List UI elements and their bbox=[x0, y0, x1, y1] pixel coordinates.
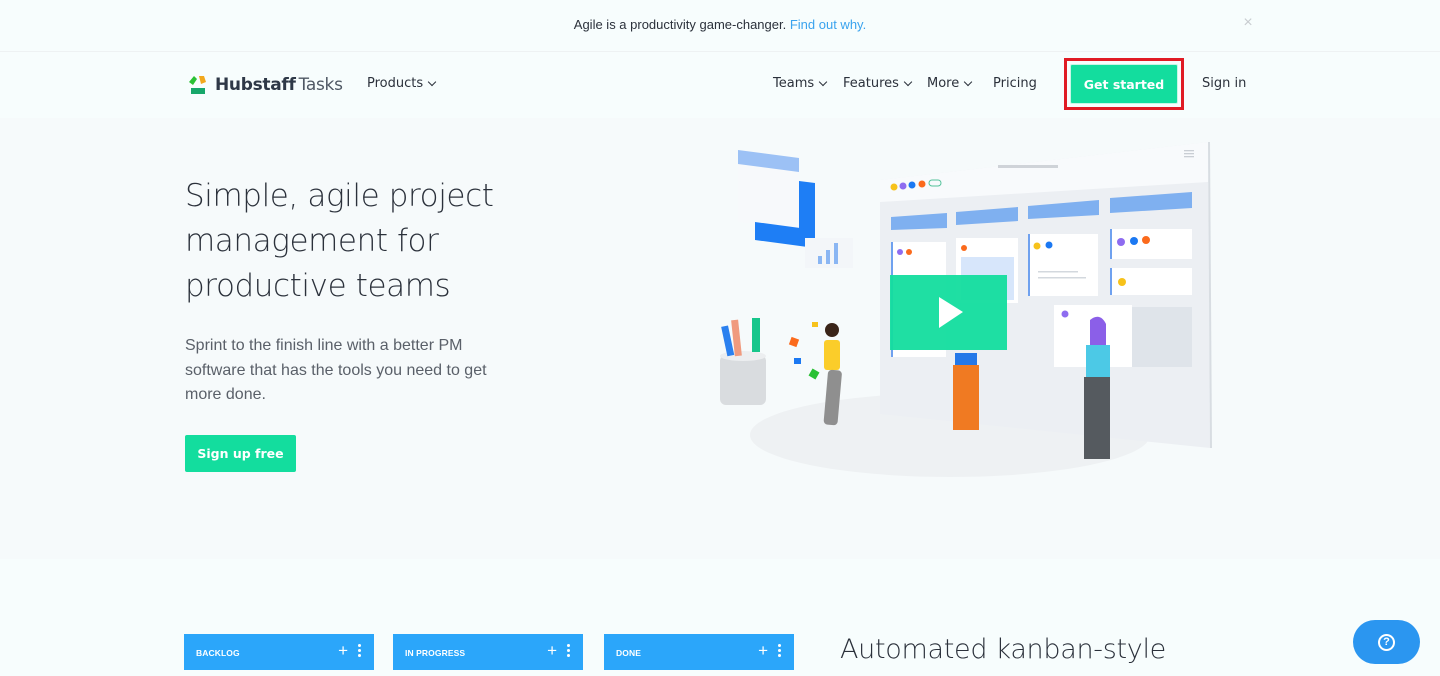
nav-products-label: Products bbox=[367, 76, 424, 91]
kanban-column-label: DONE bbox=[616, 648, 641, 658]
nav-pricing-label: Pricing bbox=[993, 76, 1037, 91]
kanban-column-done[interactable]: DONE + bbox=[604, 634, 794, 670]
plus-icon[interactable]: + bbox=[547, 642, 557, 659]
announcement-text: Agile is a productivity game-changer. bbox=[573, 17, 790, 32]
kanban-column-backlog[interactable]: BACKLOG + bbox=[184, 634, 374, 670]
kanban-column-in-progress[interactable]: IN PROGRESS + bbox=[393, 634, 583, 670]
find-out-why-link[interactable]: Find out why. bbox=[790, 17, 866, 32]
plus-icon[interactable]: + bbox=[758, 642, 768, 659]
plus-icon[interactable]: + bbox=[338, 642, 348, 659]
kanban-section-title: Automated kanban-style bbox=[840, 634, 1166, 665]
hero-illustration[interactable] bbox=[700, 130, 1220, 490]
announcement-message: Agile is a productivity game-changer. Fi… bbox=[0, 17, 1440, 32]
chevron-down-icon bbox=[963, 77, 973, 86]
close-icon[interactable]: × bbox=[1240, 15, 1256, 31]
nav-pricing[interactable]: Pricing bbox=[993, 76, 1037, 91]
menu-icon bbox=[1184, 150, 1194, 158]
sign-up-free-button[interactable]: Sign up free bbox=[185, 435, 296, 472]
chevron-down-icon bbox=[818, 77, 828, 86]
hubstaff-logo-icon bbox=[189, 76, 206, 94]
more-vertical-icon[interactable] bbox=[778, 644, 782, 658]
more-vertical-icon[interactable] bbox=[567, 644, 571, 658]
kanban-column-label: IN PROGRESS bbox=[405, 648, 466, 658]
pencil-cup bbox=[720, 355, 766, 405]
nav-features[interactable]: Features bbox=[843, 76, 913, 91]
nav-teams[interactable]: Teams bbox=[773, 76, 828, 91]
help-button[interactable]: ? bbox=[1353, 620, 1420, 664]
nav-products[interactable]: Products bbox=[367, 76, 437, 91]
help-icon: ? bbox=[1378, 633, 1395, 651]
logo[interactable]: Hubstaff Tasks bbox=[186, 72, 343, 98]
brand-name: Hubstaff bbox=[215, 75, 296, 95]
hero-title: Simple, agile project management for pro… bbox=[185, 178, 494, 304]
nav-more-label: More bbox=[927, 76, 960, 91]
more-vertical-icon[interactable] bbox=[358, 644, 362, 658]
hero-section: Simple, agile project management for pro… bbox=[0, 118, 1440, 559]
hero-subtitle: Sprint to the finish line with a better … bbox=[185, 337, 487, 403]
navbar: Hubstaff Tasks Products Teams Features M… bbox=[0, 52, 1440, 118]
sign-in-link[interactable]: Sign in bbox=[1202, 76, 1246, 91]
brand-product: Tasks bbox=[298, 75, 343, 95]
nav-more[interactable]: More bbox=[927, 76, 973, 91]
kanban-column-label: BACKLOG bbox=[196, 648, 240, 658]
chevron-down-icon bbox=[427, 77, 437, 86]
get-started-button[interactable]: Get started bbox=[1070, 64, 1178, 104]
chevron-down-icon bbox=[903, 77, 913, 86]
nav-teams-label: Teams bbox=[773, 76, 815, 91]
person-runner-head bbox=[825, 323, 839, 337]
announcement-bar: Agile is a productivity game-changer. Fi… bbox=[0, 0, 1440, 52]
nav-features-label: Features bbox=[843, 76, 899, 91]
